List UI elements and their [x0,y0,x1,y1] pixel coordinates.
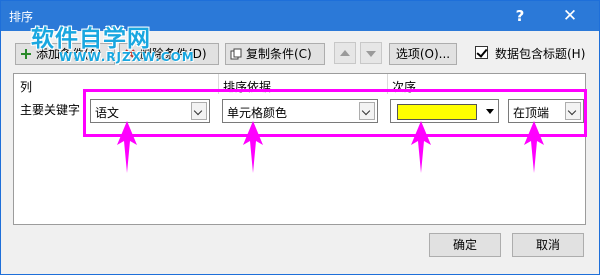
highlight-box [83,89,587,137]
watermark: 软件自学网 WWW.RJZXW.COM [31,19,194,64]
header-column: 列 [20,80,33,94]
copy-condition-label: 复制条件(C) [246,47,312,61]
sort-dialog: 排序 ? ✕ 添加条件(A) 删除条件(D) 复制条件(C) 选项(O)... … [0,0,600,275]
options-button[interactable]: 选项(O)... [389,43,457,65]
copy-condition-button[interactable]: 复制条件(C) [225,43,325,65]
window-title: 排序 [9,10,34,24]
arrow-up-icon [117,121,137,173]
watermark-url: WWW.RJZXW.COM [59,50,195,64]
arrow-up-icon [524,121,544,173]
ok-button[interactable]: 确定 [429,233,501,257]
options-label: 选项(O)... [395,47,451,61]
move-up-button[interactable] [334,42,356,64]
copy-icon [230,48,242,60]
close-button[interactable]: ✕ [557,5,583,27]
arrow-up-icon [243,121,263,173]
watermark-text: 软件自学网 [31,26,151,52]
triangle-down-icon [366,51,376,57]
cancel-button[interactable]: 取消 [512,233,584,257]
arrow-up-icon [411,121,431,173]
help-button[interactable]: ? [507,5,533,27]
has-header-label[interactable]: 数据包含标题(H) [495,45,585,62]
triangle-up-icon [340,50,350,56]
has-header-checkbox[interactable] [475,46,488,59]
move-down-button[interactable] [360,42,382,64]
primary-key-label: 主要关键字 [20,103,81,117]
